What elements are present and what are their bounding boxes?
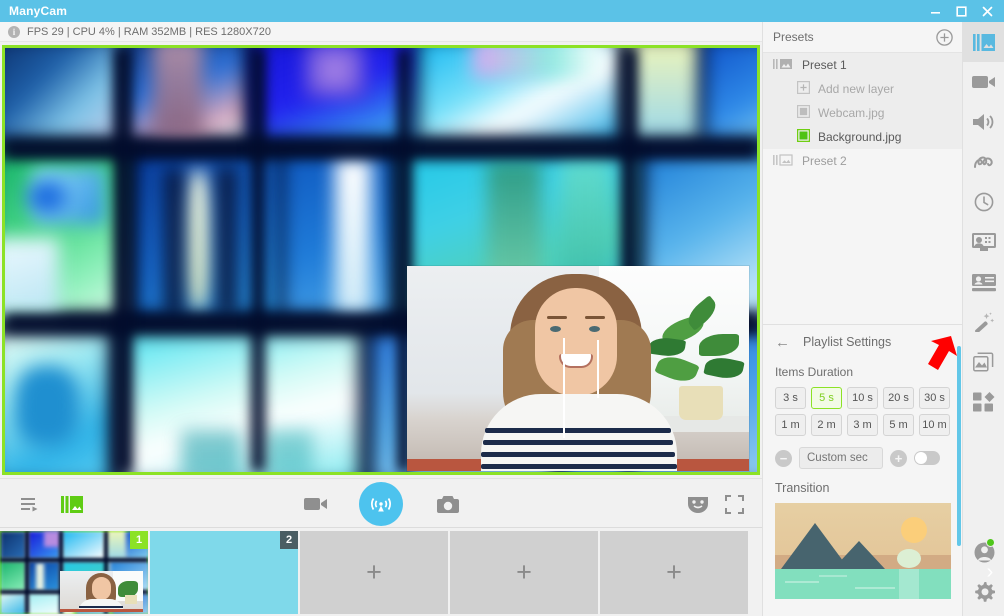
close-button[interactable] [974, 0, 1000, 22]
duration-5m[interactable]: 5 m [883, 414, 914, 436]
presets-panel: Presets Preset 1 Add new layer Webcam.jp… [762, 22, 962, 616]
add-preset-icon[interactable] [935, 28, 953, 46]
add-new-layer-row[interactable]: Add new layer [763, 77, 962, 101]
drag-handle-icon[interactable] [773, 153, 795, 169]
custom-sec-input[interactable] [799, 447, 883, 469]
add-layer-icon[interactable] [797, 81, 811, 97]
fullscreen-button[interactable] [716, 479, 752, 529]
preset-label: Preset 1 [802, 58, 847, 72]
increment-button[interactable]: + [890, 449, 907, 467]
custom-duration-toggle[interactable] [914, 451, 940, 465]
right-icon-rail [962, 22, 1004, 616]
strip-next-arrow[interactable]: › [980, 529, 1000, 616]
thumbnail-1[interactable]: 1 [0, 531, 148, 614]
layer-visibility-icon[interactable] [796, 128, 811, 145]
transition-preview[interactable] [775, 503, 951, 599]
duration-3m[interactable]: 3 m [847, 414, 878, 436]
duration-3s[interactable]: 3 s [775, 387, 806, 409]
webcam-layer[interactable] [407, 266, 749, 471]
layer-row-webcam[interactable]: Webcam.jpg [763, 101, 962, 125]
transition-label: Transition [775, 481, 830, 495]
decrement-button[interactable]: − [775, 449, 792, 467]
preview-stage [0, 42, 762, 478]
rail-backgrounds[interactable] [963, 342, 1004, 382]
add-item-icon[interactable]: + [450, 531, 598, 614]
maximize-button[interactable] [948, 0, 974, 22]
presets-view-button[interactable] [54, 479, 90, 529]
back-arrow-icon[interactable]: ← [775, 335, 791, 350]
preset-row-1[interactable]: Preset 1 [763, 53, 962, 77]
layer-label: Background.jpg [818, 130, 902, 144]
snapshot-button[interactable] [430, 479, 466, 529]
duration-10s[interactable]: 10 s [847, 387, 878, 409]
video-preview[interactable] [2, 45, 760, 475]
rail-video-sources[interactable] [963, 62, 1004, 102]
add-item-icon[interactable]: + [300, 531, 448, 614]
duration-30s[interactable]: 30 s [919, 387, 950, 409]
layer-visibility-icon[interactable] [797, 105, 811, 121]
red-pointer-arrow [918, 334, 958, 378]
broadcast-button[interactable] [359, 482, 403, 526]
rail-audio[interactable] [963, 102, 1004, 142]
info-icon: i [8, 25, 20, 38]
custom-duration-row: − + [763, 441, 962, 469]
playlist-button[interactable] [12, 479, 48, 529]
thumbnail-5[interactable]: + [600, 531, 748, 614]
thumbnail-2[interactable]: 2 [150, 531, 298, 614]
thumbnail-4[interactable]: + [450, 531, 598, 614]
layer-row-background[interactable]: Background.jpg [763, 125, 962, 149]
rail-apps[interactable] [963, 382, 1004, 422]
rail-titles[interactable] [963, 262, 1004, 302]
playlist-settings-title: Playlist Settings [803, 335, 892, 349]
status-text: FPS 29 | CPU 4% | RAM 352MB | RES 1280X7… [27, 25, 271, 38]
layer-label: Webcam.jpg [818, 106, 885, 120]
rail-effects[interactable] [963, 302, 1004, 342]
playlist-thumbnail-strip: 1 2 + + + [0, 529, 762, 616]
presets-panel-header: Presets [763, 22, 962, 53]
duration-1m[interactable]: 1 m [775, 414, 806, 436]
app-title: ManyCam [9, 4, 68, 18]
rail-history[interactable] [963, 182, 1004, 222]
thumbnail-3[interactable]: + [300, 531, 448, 614]
panel-title: Presets [773, 30, 814, 44]
rail-presets[interactable] [963, 22, 1004, 62]
window-controls [922, 0, 1000, 22]
effects-button[interactable] [680, 479, 716, 529]
thumbnail-pip [60, 571, 143, 612]
duration-button-grid: 3 s 5 s 10 s 20 s 30 s 1 m 2 m 3 m 5 m 1… [763, 379, 962, 436]
preset-label: Preset 2 [802, 154, 847, 168]
add-new-layer-label: Add new layer [818, 82, 895, 96]
duration-row-minutes: 1 m 2 m 3 m 5 m 10 m [775, 414, 962, 436]
status-bar: i FPS 29 | CPU 4% | RAM 352MB | RES 1280… [0, 22, 762, 42]
thumbnail-badge: 2 [280, 531, 298, 549]
manycam-window: ManyCam i FPS 29 | CPU 4% | RAM 352MB | … [0, 0, 1004, 616]
preset-list: Preset 1 Add new layer Webcam.jpg Backgr… [763, 53, 962, 325]
rail-lower-thirds[interactable] [963, 222, 1004, 262]
title-bar: ManyCam [0, 0, 1004, 22]
drag-handle-icon[interactable] [773, 58, 795, 73]
thumbnail-badge: 1 [130, 531, 148, 549]
duration-2m[interactable]: 2 m [811, 414, 842, 436]
record-button[interactable] [298, 479, 334, 529]
duration-5s[interactable]: 5 s [811, 387, 842, 409]
duration-row-seconds: 3 s 5 s 10 s 20 s 30 s [775, 387, 962, 409]
duration-20s[interactable]: 20 s [883, 387, 914, 409]
preset-row-2[interactable]: Preset 2 [763, 149, 962, 173]
duration-10m[interactable]: 10 m [919, 414, 950, 436]
rail-draw[interactable] [963, 142, 1004, 182]
minimize-button[interactable] [922, 0, 948, 22]
add-item-icon[interactable]: + [600, 531, 748, 614]
